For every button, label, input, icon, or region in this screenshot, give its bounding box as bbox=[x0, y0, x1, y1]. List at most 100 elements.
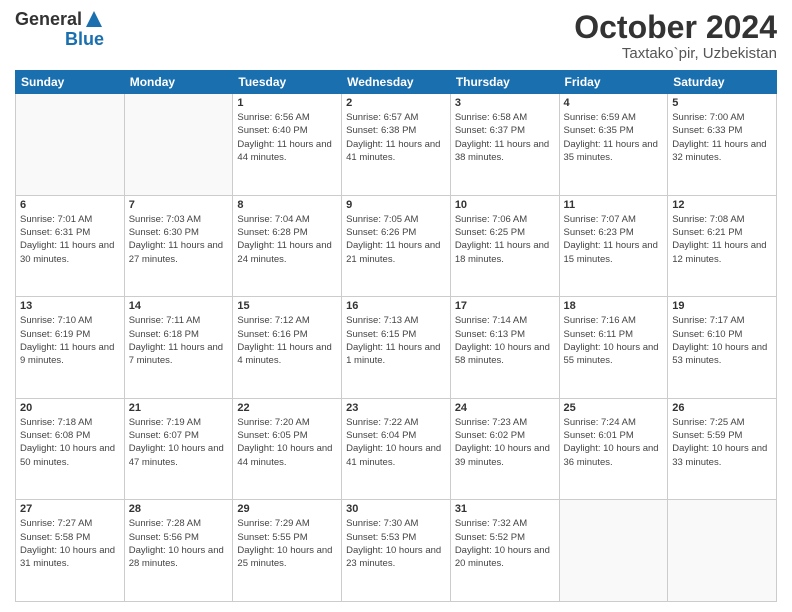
day-number: 17 bbox=[455, 300, 555, 312]
day-detail: Sunrise: 7:08 AMSunset: 6:21 PMDaylight:… bbox=[672, 213, 772, 266]
day-detail: Sunrise: 7:13 AMSunset: 6:15 PMDaylight:… bbox=[346, 314, 446, 367]
day-number: 19 bbox=[672, 300, 772, 312]
day-detail: Sunrise: 6:59 AMSunset: 6:35 PMDaylight:… bbox=[564, 111, 664, 164]
day-number: 25 bbox=[564, 402, 664, 414]
day-of-week-header: Monday bbox=[124, 71, 233, 94]
day-detail: Sunrise: 7:19 AMSunset: 6:07 PMDaylight:… bbox=[129, 416, 229, 469]
logo-general: General bbox=[15, 10, 82, 30]
calendar-week-row: 20 Sunrise: 7:18 AMSunset: 6:08 PMDaylig… bbox=[16, 398, 777, 500]
calendar-cell: 21 Sunrise: 7:19 AMSunset: 6:07 PMDaylig… bbox=[124, 398, 233, 500]
day-detail: Sunrise: 7:27 AMSunset: 5:58 PMDaylight:… bbox=[20, 517, 120, 570]
day-of-week-header: Thursday bbox=[450, 71, 559, 94]
day-detail: Sunrise: 7:01 AMSunset: 6:31 PMDaylight:… bbox=[20, 213, 120, 266]
day-of-week-header: Saturday bbox=[668, 71, 777, 94]
logo-text: General Blue bbox=[15, 10, 104, 50]
day-detail: Sunrise: 7:22 AMSunset: 6:04 PMDaylight:… bbox=[346, 416, 446, 469]
calendar-cell bbox=[124, 94, 233, 196]
calendar-week-row: 13 Sunrise: 7:10 AMSunset: 6:19 PMDaylig… bbox=[16, 297, 777, 399]
calendar-cell: 14 Sunrise: 7:11 AMSunset: 6:18 PMDaylig… bbox=[124, 297, 233, 399]
day-number: 6 bbox=[20, 199, 120, 211]
calendar-cell: 8 Sunrise: 7:04 AMSunset: 6:28 PMDayligh… bbox=[233, 195, 342, 297]
day-number: 29 bbox=[237, 503, 337, 515]
day-number: 27 bbox=[20, 503, 120, 515]
calendar-cell: 1 Sunrise: 6:56 AMSunset: 6:40 PMDayligh… bbox=[233, 94, 342, 196]
day-detail: Sunrise: 6:57 AMSunset: 6:38 PMDaylight:… bbox=[346, 111, 446, 164]
day-detail: Sunrise: 7:07 AMSunset: 6:23 PMDaylight:… bbox=[564, 213, 664, 266]
calendar-cell: 9 Sunrise: 7:05 AMSunset: 6:26 PMDayligh… bbox=[342, 195, 451, 297]
calendar-cell: 31 Sunrise: 7:32 AMSunset: 5:52 PMDaylig… bbox=[450, 500, 559, 602]
day-detail: Sunrise: 7:03 AMSunset: 6:30 PMDaylight:… bbox=[129, 213, 229, 266]
calendar-cell: 19 Sunrise: 7:17 AMSunset: 6:10 PMDaylig… bbox=[668, 297, 777, 399]
calendar-cell: 11 Sunrise: 7:07 AMSunset: 6:23 PMDaylig… bbox=[559, 195, 668, 297]
day-number: 9 bbox=[346, 199, 446, 211]
day-number: 31 bbox=[455, 503, 555, 515]
page: General Blue October 2024 Taxtako`pir, U… bbox=[0, 0, 792, 612]
day-detail: Sunrise: 7:06 AMSunset: 6:25 PMDaylight:… bbox=[455, 213, 555, 266]
day-number: 30 bbox=[346, 503, 446, 515]
day-number: 1 bbox=[237, 97, 337, 109]
calendar-cell: 30 Sunrise: 7:30 AMSunset: 5:53 PMDaylig… bbox=[342, 500, 451, 602]
logo: General Blue bbox=[15, 10, 104, 50]
day-number: 24 bbox=[455, 402, 555, 414]
calendar-cell: 20 Sunrise: 7:18 AMSunset: 6:08 PMDaylig… bbox=[16, 398, 125, 500]
day-number: 11 bbox=[564, 199, 664, 211]
calendar-cell: 24 Sunrise: 7:23 AMSunset: 6:02 PMDaylig… bbox=[450, 398, 559, 500]
calendar-cell bbox=[668, 500, 777, 602]
calendar-cell: 10 Sunrise: 7:06 AMSunset: 6:25 PMDaylig… bbox=[450, 195, 559, 297]
calendar-cell: 6 Sunrise: 7:01 AMSunset: 6:31 PMDayligh… bbox=[16, 195, 125, 297]
calendar-cell: 5 Sunrise: 7:00 AMSunset: 6:33 PMDayligh… bbox=[668, 94, 777, 196]
day-number: 4 bbox=[564, 97, 664, 109]
calendar-cell: 28 Sunrise: 7:28 AMSunset: 5:56 PMDaylig… bbox=[124, 500, 233, 602]
day-of-week-header: Sunday bbox=[16, 71, 125, 94]
calendar-cell: 16 Sunrise: 7:13 AMSunset: 6:15 PMDaylig… bbox=[342, 297, 451, 399]
title-block: October 2024 Taxtako`pir, Uzbekistan bbox=[574, 10, 777, 62]
calendar-cell bbox=[16, 94, 125, 196]
calendar-cell: 17 Sunrise: 7:14 AMSunset: 6:13 PMDaylig… bbox=[450, 297, 559, 399]
calendar-cell: 12 Sunrise: 7:08 AMSunset: 6:21 PMDaylig… bbox=[668, 195, 777, 297]
day-detail: Sunrise: 7:11 AMSunset: 6:18 PMDaylight:… bbox=[129, 314, 229, 367]
day-number: 20 bbox=[20, 402, 120, 414]
calendar-cell: 7 Sunrise: 7:03 AMSunset: 6:30 PMDayligh… bbox=[124, 195, 233, 297]
calendar-cell: 26 Sunrise: 7:25 AMSunset: 5:59 PMDaylig… bbox=[668, 398, 777, 500]
day-detail: Sunrise: 7:00 AMSunset: 6:33 PMDaylight:… bbox=[672, 111, 772, 164]
day-number: 23 bbox=[346, 402, 446, 414]
calendar-cell: 29 Sunrise: 7:29 AMSunset: 5:55 PMDaylig… bbox=[233, 500, 342, 602]
day-number: 18 bbox=[564, 300, 664, 312]
logo-blue: Blue bbox=[65, 30, 104, 50]
day-detail: Sunrise: 7:10 AMSunset: 6:19 PMDaylight:… bbox=[20, 314, 120, 367]
calendar-week-row: 27 Sunrise: 7:27 AMSunset: 5:58 PMDaylig… bbox=[16, 500, 777, 602]
day-number: 21 bbox=[129, 402, 229, 414]
day-detail: Sunrise: 7:28 AMSunset: 5:56 PMDaylight:… bbox=[129, 517, 229, 570]
day-number: 15 bbox=[237, 300, 337, 312]
calendar-cell: 25 Sunrise: 7:24 AMSunset: 6:01 PMDaylig… bbox=[559, 398, 668, 500]
calendar-cell: 4 Sunrise: 6:59 AMSunset: 6:35 PMDayligh… bbox=[559, 94, 668, 196]
day-detail: Sunrise: 7:18 AMSunset: 6:08 PMDaylight:… bbox=[20, 416, 120, 469]
day-detail: Sunrise: 7:14 AMSunset: 6:13 PMDaylight:… bbox=[455, 314, 555, 367]
day-number: 10 bbox=[455, 199, 555, 211]
calendar-table: SundayMondayTuesdayWednesdayThursdayFrid… bbox=[15, 70, 777, 602]
calendar-cell: 22 Sunrise: 7:20 AMSunset: 6:05 PMDaylig… bbox=[233, 398, 342, 500]
calendar-cell: 2 Sunrise: 6:57 AMSunset: 6:38 PMDayligh… bbox=[342, 94, 451, 196]
header: General Blue October 2024 Taxtako`pir, U… bbox=[15, 10, 777, 62]
day-detail: Sunrise: 7:29 AMSunset: 5:55 PMDaylight:… bbox=[237, 517, 337, 570]
day-detail: Sunrise: 7:12 AMSunset: 6:16 PMDaylight:… bbox=[237, 314, 337, 367]
location-subtitle: Taxtako`pir, Uzbekistan bbox=[574, 45, 777, 62]
day-detail: Sunrise: 6:58 AMSunset: 6:37 PMDaylight:… bbox=[455, 111, 555, 164]
day-number: 3 bbox=[455, 97, 555, 109]
month-title: October 2024 bbox=[574, 10, 777, 45]
day-number: 5 bbox=[672, 97, 772, 109]
calendar-week-row: 6 Sunrise: 7:01 AMSunset: 6:31 PMDayligh… bbox=[16, 195, 777, 297]
day-number: 22 bbox=[237, 402, 337, 414]
calendar-cell: 3 Sunrise: 6:58 AMSunset: 6:37 PMDayligh… bbox=[450, 94, 559, 196]
day-of-week-header: Wednesday bbox=[342, 71, 451, 94]
day-number: 14 bbox=[129, 300, 229, 312]
day-number: 8 bbox=[237, 199, 337, 211]
day-detail: Sunrise: 7:23 AMSunset: 6:02 PMDaylight:… bbox=[455, 416, 555, 469]
day-detail: Sunrise: 7:17 AMSunset: 6:10 PMDaylight:… bbox=[672, 314, 772, 367]
day-detail: Sunrise: 7:20 AMSunset: 6:05 PMDaylight:… bbox=[237, 416, 337, 469]
day-number: 2 bbox=[346, 97, 446, 109]
day-detail: Sunrise: 7:30 AMSunset: 5:53 PMDaylight:… bbox=[346, 517, 446, 570]
day-of-week-header: Friday bbox=[559, 71, 668, 94]
day-detail: Sunrise: 6:56 AMSunset: 6:40 PMDaylight:… bbox=[237, 111, 337, 164]
calendar-week-row: 1 Sunrise: 6:56 AMSunset: 6:40 PMDayligh… bbox=[16, 94, 777, 196]
